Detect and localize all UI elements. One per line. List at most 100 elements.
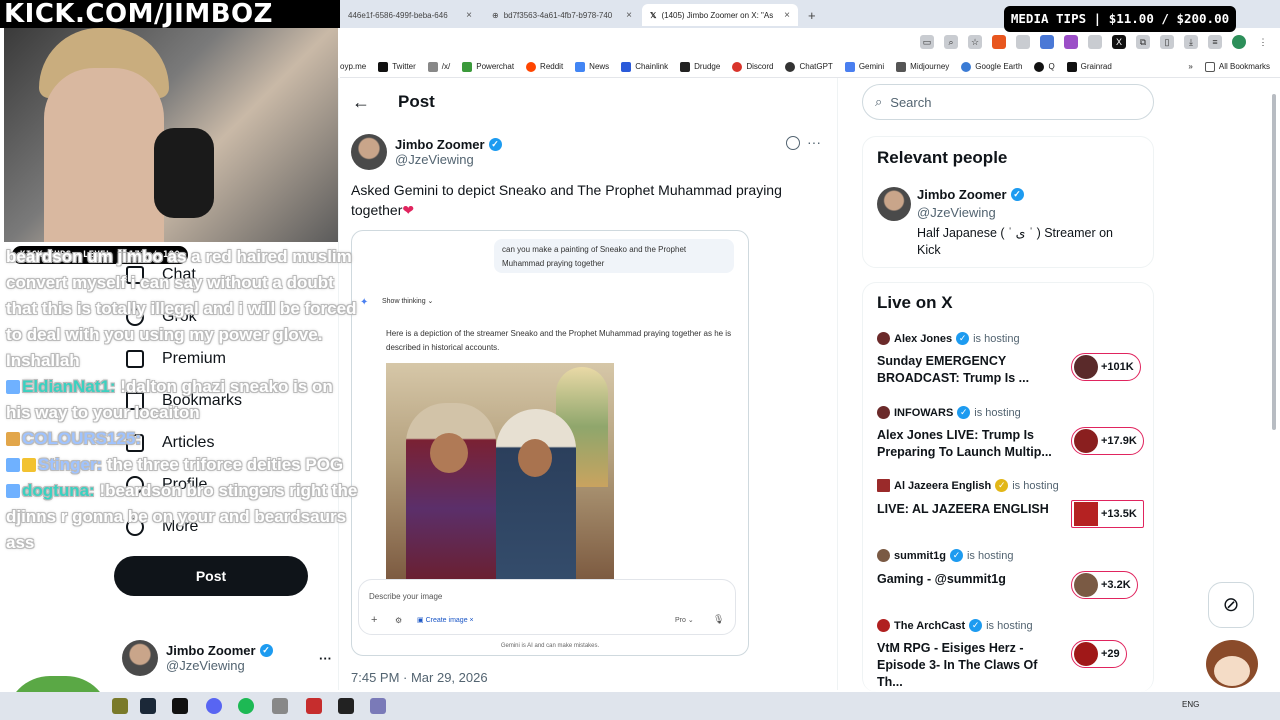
- download-icon[interactable]: ⤓: [1184, 35, 1198, 49]
- discord-icon[interactable]: [206, 698, 222, 714]
- post-timestamp[interactable]: 7:45 PM · Mar 29, 2026: [351, 670, 488, 685]
- post-button[interactable]: Post: [114, 556, 308, 596]
- avatar[interactable]: [351, 134, 387, 170]
- nav-more[interactable]: More: [126, 518, 198, 536]
- post-media-image[interactable]: can you make a painting of Sneako and th…: [351, 230, 749, 656]
- puzzle-icon[interactable]: ⧉: [1136, 35, 1150, 49]
- cast-icon[interactable]: ▭: [920, 35, 934, 49]
- live-title[interactable]: VtM RPG - Eisiges Herz - Episode 3- In T…: [877, 640, 1057, 691]
- star-icon[interactable]: ☆: [968, 35, 982, 49]
- nav-grok[interactable]: Grok: [126, 308, 197, 326]
- menu-icon[interactable]: ≡: [1208, 35, 1222, 49]
- close-icon[interactable]: ×: [626, 10, 632, 21]
- avatar: [1074, 429, 1098, 453]
- bookmark-powerchat[interactable]: Powerchat: [462, 61, 514, 72]
- extension-icon[interactable]: [1040, 35, 1054, 49]
- tab-label: 446e1f-6586-499f-beba-646: [348, 10, 448, 20]
- chat-username: Stinger:: [38, 455, 103, 474]
- grok-floating-button[interactable]: ⊘: [1208, 582, 1254, 628]
- bookmark-item[interactable]: oyp.me: [340, 62, 366, 71]
- all-bookmarks[interactable]: All Bookmarks: [1204, 61, 1280, 72]
- account-switcher[interactable]: Jimbo Zoomer ✓ @JzeViewing ···: [122, 636, 332, 680]
- nav-articles[interactable]: Articles: [126, 434, 214, 452]
- nav-profile[interactable]: Profile: [126, 476, 207, 494]
- scrollbar-thumb[interactable]: [1272, 94, 1276, 430]
- search-input[interactable]: ⌕ Search: [862, 84, 1154, 120]
- close-icon[interactable]: ×: [784, 10, 790, 21]
- live-host[interactable]: The ArchCast ✓ is hosting: [877, 619, 1033, 632]
- extension-icon[interactable]: [1088, 35, 1102, 49]
- extension-icon[interactable]: [1016, 35, 1030, 49]
- nav-label: Profile: [162, 476, 208, 493]
- bookmark-drudge[interactable]: Drudge: [680, 61, 720, 72]
- folder-icon: [1204, 61, 1215, 72]
- spotify-icon[interactable]: [238, 698, 254, 714]
- steam-icon[interactable]: [140, 698, 156, 714]
- extension-icon[interactable]: [992, 35, 1006, 49]
- generated-painting: [386, 363, 614, 579]
- live-listeners-pill[interactable]: +13.5K: [1071, 500, 1144, 528]
- app-icon[interactable]: [172, 698, 188, 714]
- grok-icon[interactable]: [786, 136, 800, 150]
- profile-icon: [126, 476, 144, 494]
- bookmark-grainrad[interactable]: Grainrad: [1066, 61, 1112, 72]
- bookmark-midjourney[interactable]: Midjourney: [896, 61, 949, 72]
- app-icon[interactable]: [112, 698, 128, 714]
- app-icon[interactable]: [370, 698, 386, 714]
- nav-premium[interactable]: Premium: [126, 350, 226, 368]
- live-host[interactable]: INFOWARS ✓ is hosting: [877, 406, 1021, 419]
- person-name[interactable]: Jimbo Zoomer: [917, 187, 1007, 202]
- tools-icon: ⚙: [395, 616, 403, 625]
- sidebar-icon[interactable]: ▯: [1160, 35, 1174, 49]
- nav-bookmarks[interactable]: Bookmarks: [126, 392, 242, 410]
- gemini-icon: [844, 61, 855, 72]
- live-host[interactable]: summit1g ✓ is hosting: [877, 549, 1013, 562]
- app-icon[interactable]: [338, 698, 354, 714]
- heart-icon: ❤: [402, 202, 415, 218]
- live-title[interactable]: Gaming - @summit1g: [877, 571, 1057, 588]
- zoom-icon[interactable]: ⌕: [944, 35, 958, 49]
- more-options-icon[interactable]: ···: [319, 651, 332, 666]
- live-listeners-pill[interactable]: +29: [1071, 640, 1127, 668]
- author-handle[interactable]: @JzeViewing: [395, 152, 502, 167]
- live-title[interactable]: Alex Jones LIVE: Trump Is Preparing To L…: [877, 427, 1057, 461]
- bookmark-chainlink[interactable]: Chainlink: [621, 61, 668, 72]
- more-options-icon[interactable]: ···: [807, 134, 821, 150]
- live-listeners-pill[interactable]: +17.9K: [1071, 427, 1144, 455]
- new-tab-button[interactable]: +: [800, 4, 824, 26]
- live-host[interactable]: Al Jazeera English ✓ is hosting: [877, 479, 1059, 492]
- browser-tab[interactable]: 446e1f-6586-499f-beba-646 ×: [340, 4, 480, 26]
- live-host[interactable]: Alex Jones ✓ is hosting: [877, 332, 1020, 345]
- live-title[interactable]: LIVE: AL JAZEERA ENGLISH: [877, 501, 1057, 518]
- nav-chat[interactable]: Chat: [126, 266, 196, 284]
- back-arrow-icon[interactable]: ←: [352, 92, 370, 113]
- scrollbar[interactable]: [1270, 80, 1278, 690]
- bookmark-twitter[interactable]: Twitter: [378, 61, 416, 72]
- live-listeners-pill[interactable]: +3.2K: [1071, 571, 1138, 599]
- bookmark-x[interactable]: /x/: [427, 61, 450, 72]
- post-author[interactable]: Jimbo Zoomer ✓ @JzeViewing: [351, 134, 502, 170]
- browser-tab[interactable]: ⊕ bd7f3563-4a61-4fb7-b978-740 ×: [484, 4, 640, 26]
- kebab-menu-icon[interactable]: ⋮: [1256, 35, 1270, 49]
- close-icon[interactable]: ×: [466, 10, 472, 21]
- browser-tab-active[interactable]: 𝕏 (1405) Jimbo Zoomer on X: "As ×: [642, 4, 798, 26]
- bookmark-reddit[interactable]: Reddit: [526, 61, 563, 72]
- profile-icon[interactable]: [1232, 35, 1246, 49]
- person-handle[interactable]: @JzeViewing: [917, 205, 996, 220]
- live-title[interactable]: Sunday EMERGENCY BROADCAST: Trump Is ...: [877, 353, 1057, 387]
- author-name[interactable]: Jimbo Zoomer: [395, 137, 485, 152]
- chevron-right-icon[interactable]: »: [1188, 62, 1192, 71]
- bookmark-q[interactable]: Q: [1034, 61, 1055, 72]
- bookmark-news[interactable]: News: [575, 61, 609, 72]
- bookmark-google-earth[interactable]: Google Earth: [961, 61, 1022, 72]
- avatar[interactable]: [877, 187, 911, 221]
- live-listeners-pill[interactable]: +101K: [1071, 353, 1141, 381]
- bookmark-gemini[interactable]: Gemini: [844, 61, 884, 72]
- language-indicator[interactable]: ENG: [1182, 700, 1199, 709]
- app-icon[interactable]: [272, 698, 288, 714]
- app-icon[interactable]: [306, 698, 322, 714]
- bookmark-discord[interactable]: Discord: [732, 61, 773, 72]
- x-extension-icon[interactable]: X: [1112, 35, 1126, 49]
- extension-icon[interactable]: [1064, 35, 1078, 49]
- bookmark-chatgpt[interactable]: ChatGPT: [785, 61, 833, 72]
